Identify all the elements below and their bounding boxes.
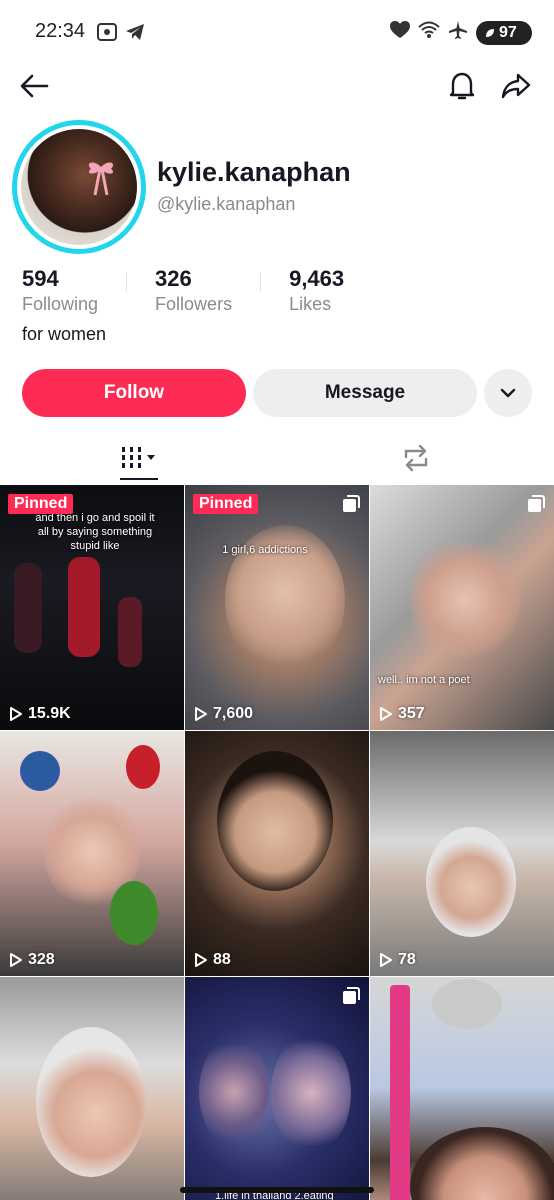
stat-following[interactable]: 594 Following [22,266,98,316]
status-left-icons [96,22,146,47]
top-nav [0,64,554,108]
video-tile[interactable]: 78 [370,731,554,976]
share-icon[interactable] [498,68,534,104]
user-handle: @kylie.kanaphan [157,194,296,214]
followers-count: 326 [155,266,192,291]
video-thumbnail-figure [14,563,42,653]
video-thumbnail-face [271,1033,351,1153]
followers-label: Followers [155,294,233,314]
video-thumbnail-face [410,535,520,665]
pinned-badge: Pinned [193,494,259,514]
bio: for women [22,324,107,344]
play-icon [10,707,22,721]
video-grid: and then i go and spoil it all by saying… [0,485,554,1200]
tab-reposts[interactable] [277,434,554,482]
view-count: 357 [379,705,425,723]
following-count: 594 [22,266,59,291]
view-count-value: 328 [28,951,55,968]
pinned-badge: Pinned [8,494,74,514]
status-time: 22:34 [35,20,86,42]
video-thumbnail-face [36,1027,146,1177]
view-count-value: 7,600 [213,705,254,722]
video-thumbnail-face [410,1127,554,1200]
play-icon [10,953,22,967]
grid-videos-icon [121,447,155,468]
video-caption: and then i go and spoil it all by saying… [35,512,155,552]
airplane-icon [448,20,468,45]
view-count: 15.9K [9,705,71,723]
sticker-icon [20,751,60,791]
video-tile[interactable]: 88 [185,731,369,976]
sticker-column [390,985,410,1200]
video-thumbnail-figure [118,597,142,667]
photo-carousel-icon [526,494,546,519]
play-icon [380,707,392,721]
view-count-value: 15.9K [28,705,71,722]
stat-divider [126,272,128,292]
video-thumbnail-figure [68,557,100,657]
video-tile[interactable]: 328 [0,731,184,976]
telegram-icon [124,22,146,47]
photo-carousel-icon [341,986,361,1011]
likes-count: 9,463 [289,266,345,291]
view-count-value: 78 [398,951,416,968]
stat-followers[interactable]: 326 Followers [155,266,232,316]
view-count: 78 [379,951,416,969]
message-button[interactable]: Message [253,369,477,417]
view-count-value: 88 [213,951,231,968]
video-caption: well.. im not a poet [378,674,470,686]
screenshot-icon [96,22,118,47]
chevron-down-icon [500,388,516,398]
content-tabs [0,434,554,482]
video-tile[interactable]: 1.life in thailand 2.eating basil everyd… [185,977,369,1200]
likes-label: Likes [289,294,332,314]
view-count: 88 [194,951,231,969]
wifi-icon [418,21,440,44]
video-caption: 1 girl,6 addictions [222,544,308,556]
following-label: Following [22,294,99,314]
bow-graphic [88,162,114,196]
avatar-image [21,129,137,245]
stat-divider [260,272,262,292]
sticker-icon [110,881,158,945]
video-tile[interactable] [0,977,184,1200]
status-bar: 22:34 97 [0,0,554,64]
stat-likes[interactable]: 9,463 Likes [289,266,344,316]
avatar[interactable] [12,120,146,254]
battery-icon: 97 [476,20,532,45]
bell-icon[interactable] [444,68,480,104]
follow-button[interactable]: Follow [22,369,246,417]
more-options-button[interactable] [484,369,532,417]
back-arrow-icon[interactable] [16,68,52,104]
cat-sticker-icon [432,979,502,1029]
profile-stats: 594 Following 326 Followers 9,463 Likes [22,266,344,316]
view-count: 7,600 [194,705,253,723]
username: kylie.kanaphan [157,157,351,187]
tab-videos[interactable] [0,434,277,482]
battery-level: 97 [499,23,517,41]
play-icon [195,953,207,967]
video-tile[interactable] [370,977,554,1200]
repost-icon [404,444,427,472]
play-icon [195,707,207,721]
active-tab-indicator [120,478,158,480]
heart-icon [390,21,410,44]
status-right-icons: 97 [390,20,532,45]
video-thumbnail-face [217,751,333,891]
view-count-value: 357 [398,705,425,722]
sticker-icon [126,745,160,789]
photo-carousel-icon [341,494,361,519]
video-tile[interactable]: 1 girl,6 addictions Pinned 7,600 [185,485,369,730]
video-thumbnail-face [426,827,516,937]
view-count: 328 [9,951,55,969]
video-thumbnail-face [199,1037,269,1147]
video-tile[interactable]: well.. im not a poet 357 [370,485,554,730]
home-indicator[interactable] [180,1187,374,1193]
video-tile[interactable]: and then i go and spoil it all by saying… [0,485,184,730]
play-icon [380,953,392,967]
